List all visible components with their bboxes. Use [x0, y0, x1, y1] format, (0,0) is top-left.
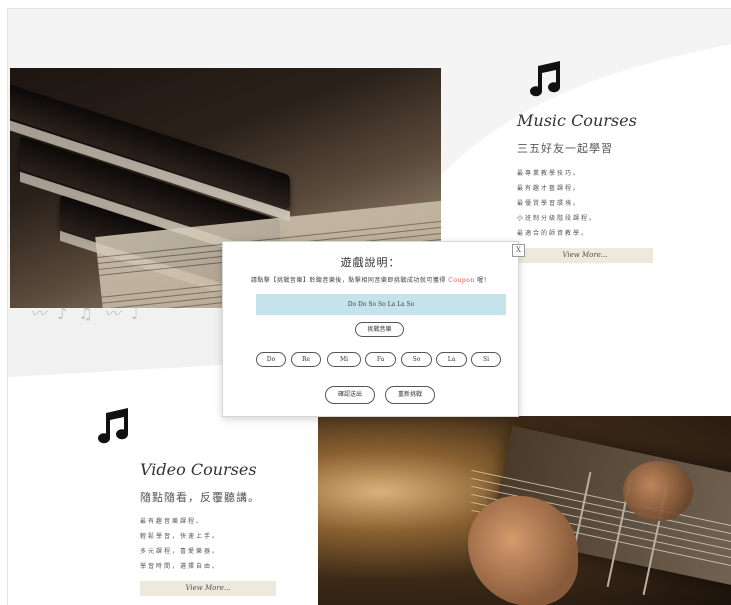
modal-close-button[interactable]: X [512, 244, 525, 257]
note-button-re[interactable]: Re [291, 352, 321, 367]
note-button-si[interactable]: Si [471, 352, 501, 367]
guitar-image [318, 416, 731, 605]
list-item: 最適合的師資教學。 [517, 230, 590, 237]
coupon-highlight: Coupon [448, 277, 475, 284]
music-note-icon [98, 408, 129, 444]
list-item: 小班制分級階段課程。 [517, 215, 598, 222]
video-feature-list: 最有趣音樂課程。 輕鬆學習，快速上手。 多元課程，喜愛樂器。 學習時間，選擇自由… [140, 514, 220, 574]
list-item: 多元課程，喜愛樂器。 [140, 548, 221, 555]
list-item: 學習時間，選擇自由。 [140, 563, 221, 570]
note-button-mi[interactable]: Mi [327, 352, 361, 367]
modal-desc-suffix: 喔！ [477, 277, 491, 284]
music-feature-list: 最專業教學技巧。 最有趣才藝課程。 最優質學習環境。 小班制分級階段課程。 最適… [517, 166, 597, 241]
music-view-more-button[interactable]: View More... [517, 248, 653, 263]
list-item: 最有趣音樂課程。 [140, 518, 205, 525]
video-courses-subtitle: 隨點隨看，反覆聽講。 [140, 491, 260, 504]
note-button-la[interactable]: La [436, 352, 467, 367]
challenge-music-button[interactable]: 挑戰音樂 [355, 322, 404, 337]
note-button-do[interactable]: Do [256, 352, 286, 367]
video-view-more-button[interactable]: View More... [140, 581, 276, 596]
confirm-submit-button[interactable]: 確認送出 [325, 386, 375, 404]
music-courses-subtitle: 三五好友一起學習 [517, 142, 613, 155]
list-item: 最優質學習環境。 [517, 200, 582, 207]
modal-description: 請點擊【挑戰音樂】聆聽音樂後，點擊相同音樂即挑戰成功就可獲得 Coupon 喔！ [223, 275, 518, 284]
list-item: 輕鬆學習，快速上手。 [140, 533, 221, 540]
music-courses-title: Music Courses [517, 111, 637, 130]
music-note-icon [530, 61, 561, 97]
video-courses-title: Video Courses [140, 460, 257, 479]
retry-challenge-button[interactable]: 重新挑戰 [385, 386, 435, 404]
game-instructions-modal: 遊戲說明： 請點擊【挑戰音樂】聆聽音樂後，點擊相同音樂即挑戰成功就可獲得 Cou… [222, 241, 519, 417]
modal-desc-text: 請點擊【挑戰音樂】聆聽音樂後，點擊相同音樂即挑戰成功就可獲得 [250, 277, 446, 284]
modal-title: 遊戲說明： [340, 256, 401, 269]
note-button-fa[interactable]: Fa [365, 352, 396, 367]
note-button-so[interactable]: So [401, 352, 432, 367]
answer-sequence-display: Do Do So So La La So [256, 294, 506, 315]
list-item: 最有趣才藝課程。 [517, 185, 582, 192]
decorative-script: 〰 ♪ ♫ 〰 ♩ [30, 304, 142, 323]
list-item: 最專業教學技巧。 [517, 170, 582, 177]
